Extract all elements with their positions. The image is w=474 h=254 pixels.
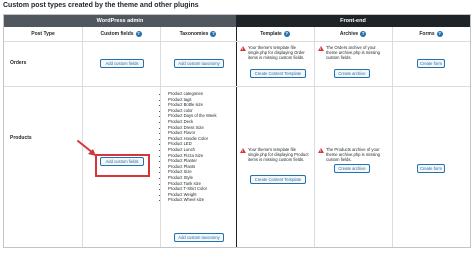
template-warning: Your theme's template file single.php fo… [240,147,310,163]
column-header-label: Forms [419,31,435,37]
row-label-products: Products [10,135,32,141]
archive-warning: The Products archive of your theme archi… [318,147,388,163]
wordpress-admin-header: WordPress admin [4,15,236,27]
row-divider [4,86,470,87]
column-header-custom-fields: Custom fields ? [82,29,160,39]
create-form-button[interactable]: Create form [417,59,445,68]
create-content-template-button[interactable]: Create Content Template [250,69,306,78]
help-icon[interactable]: ? [135,31,142,37]
column-header-forms: Forms ? [392,29,470,39]
column-header-label: Template [260,31,282,37]
row-label-orders: Orders [10,60,27,66]
archive-warning: The Orders archive of your theme archive… [318,45,388,61]
column-divider [82,27,83,247]
column-header-label: Archive [339,31,359,37]
column-header-label: Custom fields [100,31,134,37]
section-divider [236,15,237,247]
template-warning: Your theme's template file single.php fo… [240,45,310,61]
column-header-template: Template ? [236,29,314,39]
front-end-header: Front-end [236,15,470,27]
section-title: Custom post types created by the theme a… [3,2,199,9]
warning-icon [240,148,246,154]
help-icon[interactable]: ? [436,31,443,37]
post-types-table: WordPress admin Front-end Post Type Cust… [3,14,471,248]
add-custom-fields-button[interactable]: Add custom fields [100,59,144,68]
help-icon[interactable]: ? [283,31,290,37]
column-header-post-type: Post Type [4,29,82,39]
highlight-box [95,154,150,177]
create-form-button[interactable]: Create form [417,164,445,173]
column-header-taxonomies: Taxonomies ? [160,29,236,39]
add-custom-taxonomy-button[interactable]: Add custom taxonomy [174,233,224,242]
taxonomy-list: Product categories Product tags Product … [162,91,217,203]
create-content-template-button[interactable]: Create Content Template [250,175,306,184]
create-archive-button[interactable]: Create archive [334,164,370,173]
list-item: Product Wheel size [168,197,217,203]
warning-icon [318,148,324,154]
help-icon[interactable]: ? [210,31,217,37]
add-custom-taxonomy-button[interactable]: Add custom taxonomy [174,59,224,68]
row-divider [4,41,470,42]
create-archive-button[interactable]: Create archive [334,69,370,78]
column-header-archive: Archive ? [314,29,392,39]
column-divider [314,27,315,247]
help-icon[interactable]: ? [360,31,367,37]
arrow-icon [77,140,96,156]
column-divider [392,27,393,247]
warning-icon [240,46,246,52]
column-header-label: Post Type [31,31,55,37]
warning-icon [318,46,324,52]
column-header-label: Taxonomies [179,31,209,37]
